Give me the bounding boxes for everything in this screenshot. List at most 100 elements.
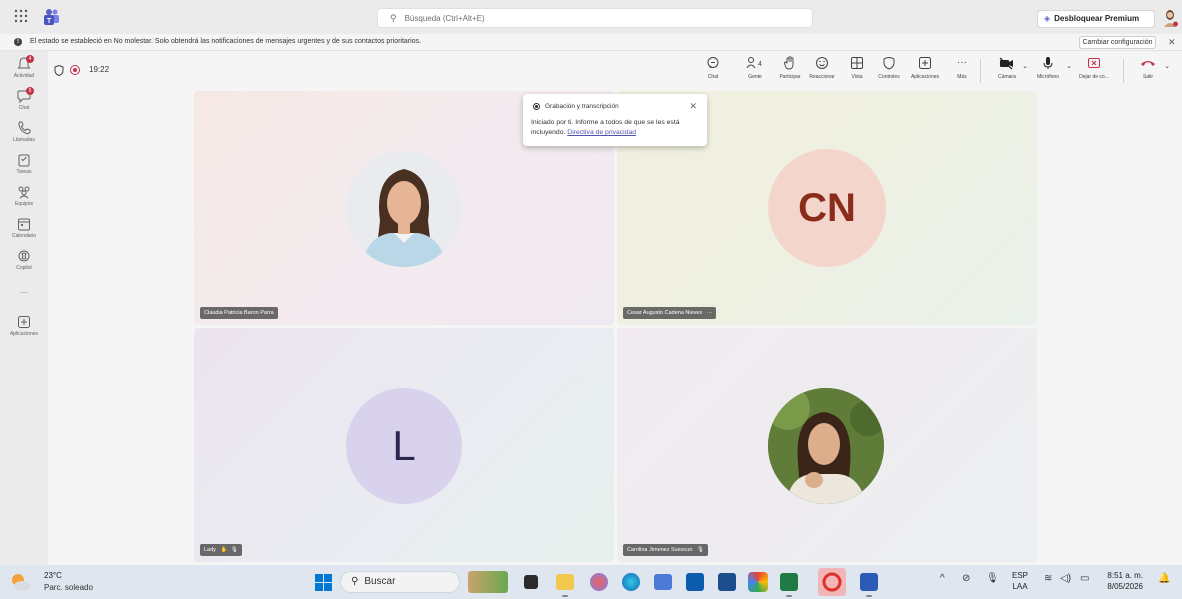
raise-hand-button[interactable]: Participar: [775, 56, 805, 86]
participant-photo: [768, 388, 884, 504]
privacy-policy-link[interactable]: Directiva de privacidad: [567, 129, 636, 136]
camera-options-chevron-icon[interactable]: ⌄: [1020, 56, 1030, 86]
chat-icon: [707, 57, 719, 69]
close-icon[interactable]: ✕: [1168, 37, 1176, 48]
hand-icon: [784, 56, 794, 70]
wifi-icon[interactable]: ≋: [1044, 573, 1052, 584]
microphone-icon[interactable]: 🎙: [986, 573, 999, 584]
task-view-icon[interactable]: [524, 575, 538, 589]
rail-item-copilot[interactable]: Copilot: [0, 249, 48, 271]
user-avatar[interactable]: [1162, 9, 1178, 27]
show-hidden-icons-chevron-icon[interactable]: ^: [940, 573, 945, 584]
taskbar-search-input[interactable]: ⚲ Buscar: [340, 571, 460, 593]
rail-label: Actividad: [13, 73, 35, 79]
copilot-icon: [18, 250, 30, 262]
rail-label: Chat: [18, 105, 30, 111]
grid-view-icon: [851, 57, 863, 69]
unlock-premium-button[interactable]: ◈Desbloquear Premium ···: [1037, 10, 1155, 39]
shield-controls-icon: [883, 57, 895, 70]
microphone-button[interactable]: Micrófono: [1030, 56, 1066, 86]
phone-icon: [18, 121, 31, 135]
participant-tile[interactable]: Carolina Jimenez Suescun 🎙: [617, 328, 1037, 562]
rail-item-apps[interactable]: Aplicaciones: [0, 315, 48, 337]
dell-app-icon[interactable]: [686, 573, 704, 591]
teams-logo-icon: T: [42, 8, 60, 26]
hand-raised-icon: ✋: [220, 547, 228, 553]
app-running-indicator: [562, 595, 568, 597]
teams-icon: [18, 186, 30, 199]
weather-temperature[interactable]: 23°C: [44, 571, 62, 580]
rail-more-button[interactable]: ···: [0, 287, 48, 297]
people-count: 4: [758, 61, 762, 68]
store-app-icon[interactable]: [718, 573, 736, 591]
meeting-stage: Claudia Patricia Baron Parra CN Cesar Au…: [48, 91, 1182, 565]
chat-button[interactable]: Chat: [702, 56, 724, 86]
app-launcher-icon[interactable]: [14, 9, 30, 25]
taskbar-widget-app-icon[interactable]: [468, 571, 508, 593]
language-code: ESP: [1012, 571, 1029, 580]
volume-icon[interactable]: ◁): [1060, 573, 1071, 584]
people-button[interactable]: 4 Gente: [744, 56, 766, 86]
more-icon: ···: [19, 287, 29, 297]
drive-app-icon[interactable]: [748, 572, 768, 592]
react-button[interactable]: Reaccionar: [807, 56, 837, 86]
rail-label: Equipos: [14, 201, 34, 207]
copilot-app-icon[interactable]: [590, 573, 608, 591]
camera-button[interactable]: Cámara: [990, 56, 1024, 86]
more-button[interactable]: ··· Más: [953, 56, 971, 86]
leave-button[interactable]: Salir: [1138, 56, 1158, 86]
search-placeholder: Búsqueda (Ctrl+Alt+E): [404, 14, 485, 23]
weather-sun-cloud-icon[interactable]: [9, 571, 31, 593]
windows-start-icon[interactable]: [315, 574, 332, 591]
stop-sharing-label: Dejar de co...: [1079, 74, 1109, 80]
mic-options-chevron-icon[interactable]: ⌄: [1064, 56, 1074, 86]
search-input[interactable]: ⚲ Búsqueda (Ctrl+Alt+E): [377, 8, 813, 28]
controls-label: Controles: [878, 74, 900, 80]
activity-badge: 4: [26, 55, 34, 63]
rail-item-activity[interactable]: 4 Actividad: [0, 55, 48, 79]
file-explorer-icon[interactable]: [556, 574, 574, 590]
clock-date: 8/05/2026: [1107, 582, 1143, 591]
taskbar-clock[interactable]: 8:51 a. m. 8/05/2026: [1099, 570, 1143, 592]
add-apps-icon: [919, 57, 931, 69]
left-rail: 4 Actividad 5 Chat Llamadas Tareas Equip…: [0, 51, 48, 565]
word-app-icon[interactable]: [860, 573, 878, 591]
close-icon[interactable]: ✕: [689, 101, 697, 112]
edge-browser-icon[interactable]: [622, 573, 640, 591]
notification-center-icon[interactable]: 🔔: [1158, 573, 1170, 584]
view-button[interactable]: Vista: [846, 56, 868, 86]
leave-options-chevron-icon[interactable]: ⌄: [1162, 56, 1172, 86]
excel-app-icon[interactable]: [780, 573, 798, 591]
opera-app-icon[interactable]: [818, 568, 846, 596]
microphone-label: Micrófono: [1037, 74, 1059, 80]
rail-item-teams[interactable]: Equipos: [0, 185, 48, 207]
photos-app-icon[interactable]: [654, 574, 672, 590]
meeting-toolbar: 19:22 Chat 4 Gente Participar Reaccionar…: [48, 51, 1182, 91]
shield-icon: [54, 65, 64, 76]
toolbar-divider: [1123, 59, 1124, 83]
rail-item-chat[interactable]: 5 Chat: [0, 87, 48, 111]
rail-item-calendar[interactable]: Calendario: [0, 217, 48, 239]
keyboard-layout: LAA: [1012, 582, 1028, 591]
apps-button[interactable]: Aplicaciones: [907, 56, 943, 86]
diamond-icon: ◈: [1044, 14, 1051, 23]
premium-label: Desbloquear Premium: [1054, 14, 1140, 23]
leave-label: Salir: [1142, 74, 1153, 80]
rail-item-tasks[interactable]: Tareas: [0, 153, 48, 175]
emoji-icon: [816, 57, 828, 69]
participant-name-label: Claudia Patricia Baron Parra: [200, 307, 278, 319]
stop-sharing-button[interactable]: Dejar de co...: [1074, 56, 1114, 86]
participant-photo: [346, 151, 462, 267]
chat-badge: 5: [26, 87, 34, 95]
input-language-indicator[interactable]: ESP LAA: [1012, 570, 1028, 592]
notifications-off-icon[interactable]: ⊘: [962, 573, 970, 584]
mic-muted-icon: 🎙: [696, 547, 704, 553]
weather-description[interactable]: Parc. soleado: [44, 583, 93, 592]
battery-icon[interactable]: ▭: [1080, 573, 1089, 584]
microphone-icon: [1043, 57, 1053, 69]
controls-button[interactable]: Controles: [875, 56, 903, 86]
change-settings-button[interactable]: Cambiar configuración: [1079, 36, 1156, 49]
participant-tile[interactable]: L Lady ✋ 🎙: [194, 328, 614, 562]
rail-item-calls[interactable]: Llamadas: [0, 121, 48, 143]
view-label: Vista: [851, 74, 863, 80]
